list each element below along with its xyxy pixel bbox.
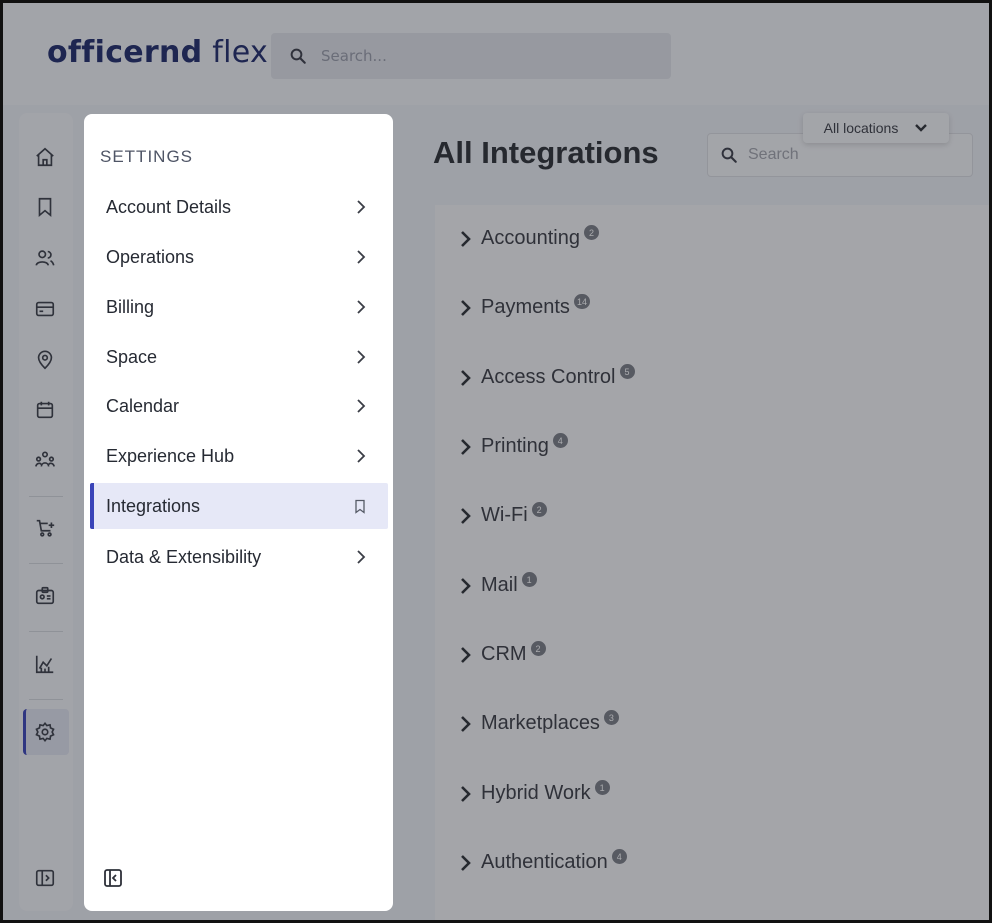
chevron-right-icon bbox=[357, 550, 366, 564]
bookmark-icon[interactable] bbox=[354, 499, 366, 514]
settings-item-integrations[interactable]: Integrations bbox=[90, 483, 388, 529]
settings-item-operations[interactable]: Operations bbox=[90, 234, 388, 280]
settings-item-label: Space bbox=[106, 346, 158, 367]
chevron-right-icon bbox=[357, 250, 366, 264]
chevron-right-icon bbox=[357, 399, 366, 413]
settings-item-label: Calendar bbox=[106, 395, 180, 416]
settings-item-calendar[interactable]: Calendar bbox=[90, 383, 388, 429]
settings-item-label: Billing bbox=[106, 296, 155, 317]
settings-panel: SETTINGS Account Details Operations Bill… bbox=[84, 114, 393, 911]
chevron-right-icon bbox=[357, 200, 366, 214]
settings-item-label: Experience Hub bbox=[106, 445, 235, 466]
settings-title: SETTINGS bbox=[100, 147, 194, 166]
settings-item-data-extensibility[interactable]: Data & Extensibility bbox=[90, 534, 388, 580]
app-window: officernd flex Search... All Integration… bbox=[0, 0, 992, 923]
chevron-right-icon bbox=[357, 350, 366, 364]
settings-item-space[interactable]: Space bbox=[90, 334, 388, 380]
settings-item-billing[interactable]: Billing bbox=[90, 284, 388, 330]
settings-item-experience-hub[interactable]: Experience Hub bbox=[90, 433, 388, 479]
collapse-panel-icon[interactable] bbox=[102, 867, 124, 889]
chevron-right-icon bbox=[357, 300, 366, 314]
settings-item-label: Data & Extensibility bbox=[106, 546, 262, 567]
settings-item-label: Account Details bbox=[106, 196, 232, 217]
settings-item-label: Integrations bbox=[106, 495, 201, 516]
settings-item-label: Operations bbox=[106, 246, 195, 267]
settings-item-account-details[interactable]: Account Details bbox=[90, 184, 388, 230]
chevron-right-icon bbox=[357, 449, 366, 463]
